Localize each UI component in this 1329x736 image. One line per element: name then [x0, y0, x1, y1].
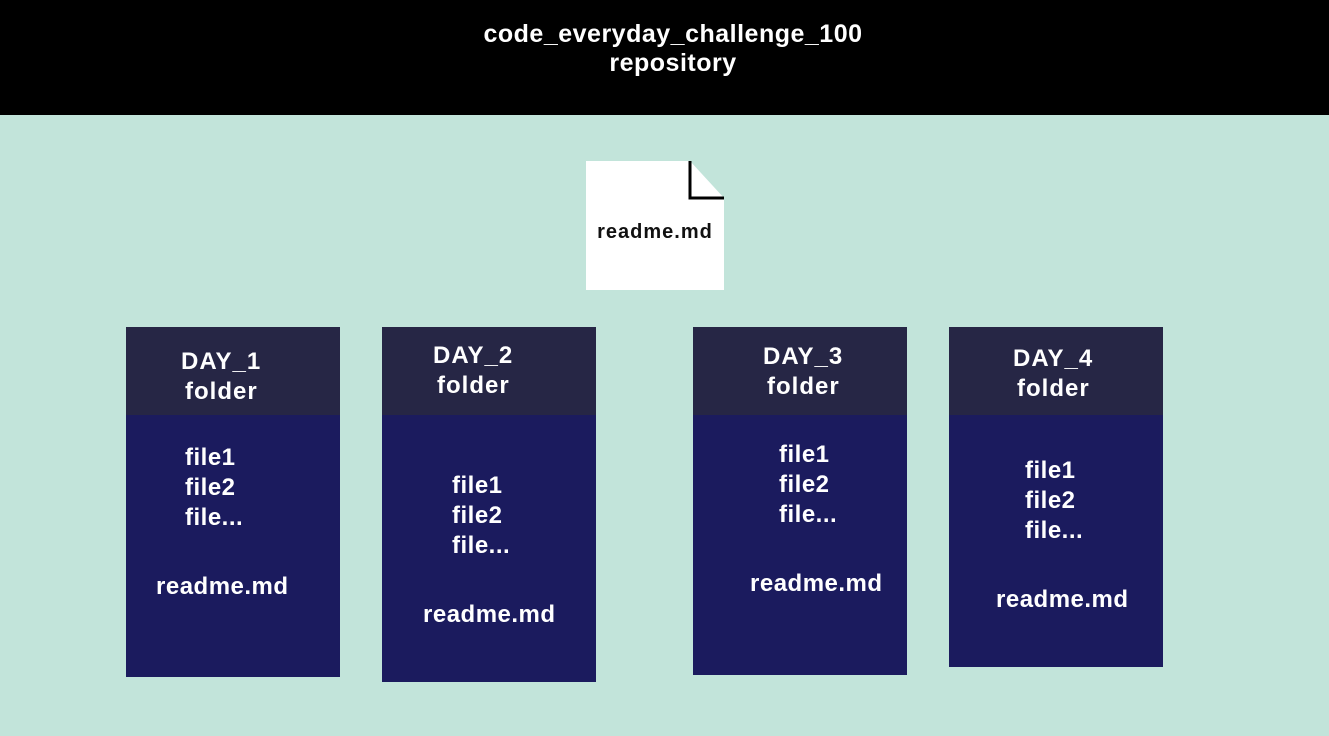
folder-day-1[interactable]: DAY_1 folder file1 file2 file... readme.…	[126, 327, 340, 677]
repository-subtitle: repository	[609, 49, 737, 77]
folder-kind-label: folder	[767, 373, 840, 400]
folder-name: DAY_1	[181, 348, 262, 375]
folder-kind-label: folder	[185, 378, 258, 405]
folder-header: DAY_4 folder	[949, 327, 1163, 415]
file-item[interactable]: file2	[185, 473, 236, 503]
folder-header: DAY_1 folder	[126, 327, 340, 415]
folder-name: DAY_3	[763, 343, 844, 370]
repository-header: code_everyday_challenge_100 repository	[0, 0, 1329, 115]
file-item[interactable]: file...	[1025, 516, 1083, 546]
folder-header: DAY_3 folder	[693, 327, 907, 415]
file-item[interactable]: file2	[1025, 486, 1076, 516]
folder-readme-file[interactable]: readme.md	[423, 600, 556, 630]
folder-header: DAY_2 folder	[382, 327, 596, 415]
file-item[interactable]: file1	[185, 443, 236, 473]
folder-day-3[interactable]: DAY_3 folder file1 file2 file... readme.…	[693, 327, 907, 675]
folder-name: DAY_2	[433, 342, 514, 369]
folder-kind-label: folder	[437, 372, 510, 399]
folder-readme-file[interactable]: readme.md	[156, 572, 289, 602]
file-item[interactable]: file1	[452, 471, 503, 501]
root-readme-file[interactable]: readme.md	[586, 161, 724, 290]
folder-kind-label: folder	[1017, 375, 1090, 402]
folder-readme-file[interactable]: readme.md	[996, 585, 1129, 615]
file-item[interactable]: file...	[185, 503, 243, 533]
folder-day-2[interactable]: DAY_2 folder file1 file2 file... readme.…	[382, 327, 596, 682]
file-item[interactable]: file...	[452, 531, 510, 561]
repository-title: code_everyday_challenge_100	[483, 20, 863, 48]
folder-readme-file[interactable]: readme.md	[750, 569, 883, 599]
file-item[interactable]: file1	[779, 440, 830, 470]
file-item[interactable]: file1	[1025, 456, 1076, 486]
file-item[interactable]: file2	[779, 470, 830, 500]
file-item[interactable]: file2	[452, 501, 503, 531]
root-readme-label: readme.md	[597, 221, 713, 243]
folder-name: DAY_4	[1013, 345, 1094, 372]
file-item[interactable]: file...	[779, 500, 837, 530]
folder-day-4[interactable]: DAY_4 folder file1 file2 file... readme.…	[949, 327, 1163, 667]
